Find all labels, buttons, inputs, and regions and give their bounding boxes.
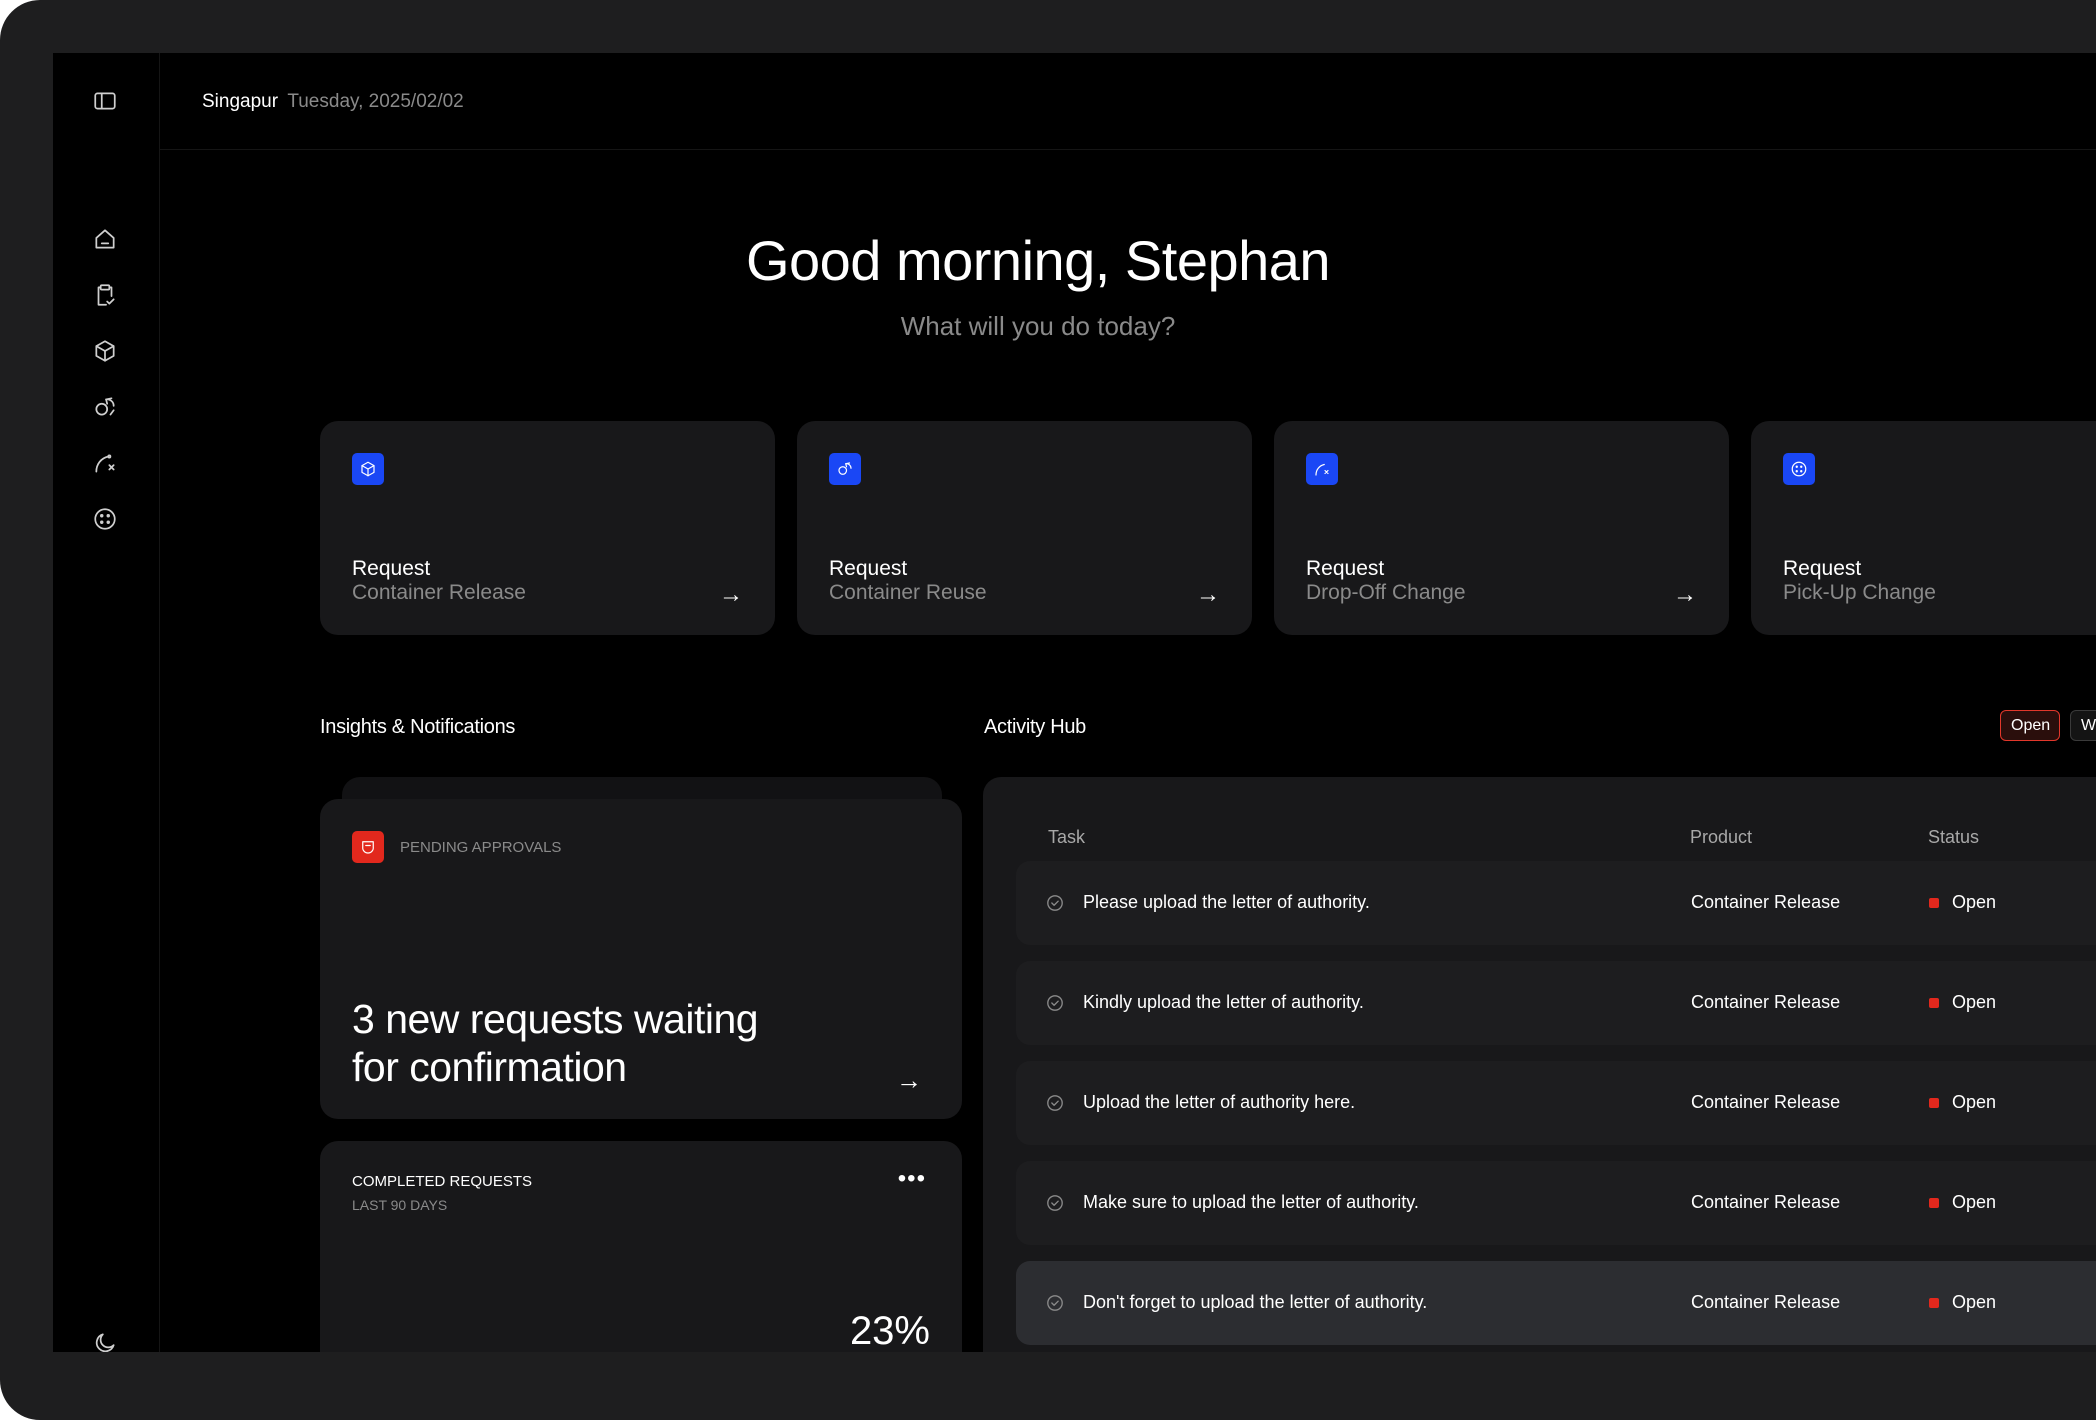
activity-table: Task Product Status Please upload the le… (983, 777, 2096, 1352)
action-card-container-release[interactable]: Request Container Release → (320, 421, 775, 635)
row-status: Open (1952, 892, 1997, 912)
check-circle-icon[interactable] (1046, 1194, 1064, 1212)
sidebar (53, 53, 160, 1352)
route-icon (1306, 453, 1338, 485)
pending-approvals-label: PENDING APPROVALS (400, 839, 562, 856)
action-title: Request (1306, 557, 1385, 580)
row-product: Container Release (1691, 1092, 1841, 1112)
arrow-right-icon: → (1196, 581, 1220, 608)
reuse-icon[interactable] (91, 393, 119, 421)
app-screen: Singapur Tuesday, 2025/02/02 Good mornin… (53, 53, 2096, 1352)
shield-icon (352, 831, 384, 863)
row-status: Open (1952, 1092, 1997, 1112)
greeting-subtitle: What will you do today? (900, 311, 1176, 341)
table-row[interactable]: Upload the letter of authority here. Con… (1016, 1061, 2096, 1145)
action-subtitle: Container Release (352, 581, 526, 604)
table-row[interactable]: Please upload the letter of authority. C… (1016, 861, 2096, 945)
insights-title: Insights & Notifications (320, 716, 516, 738)
arrow-right-icon: → (719, 581, 743, 608)
table-row[interactable]: Don't forget to upload the letter of aut… (1016, 1261, 2096, 1345)
location-label: Singapur (202, 91, 279, 112)
completed-requests-label: COMPLETED REQUESTS (352, 1173, 533, 1190)
check-circle-icon[interactable] (1046, 1294, 1064, 1312)
action-subtitle: Drop-Off Change (1306, 581, 1466, 604)
column-header-status[interactable]: Status (1928, 827, 1979, 848)
row-task: Kindly upload the letter of authority. (1083, 992, 1364, 1012)
pending-approvals-card[interactable]: PENDING APPROVALS 3 new requests waiting… (320, 799, 962, 1119)
row-task: Don't forget to upload the letter of aut… (1083, 1292, 1428, 1312)
row-product: Container Release (1691, 892, 1841, 912)
moon-icon[interactable] (91, 1329, 119, 1352)
activity-hub-title: Activity Hub (984, 716, 1086, 738)
arrow-right-icon: → (1673, 581, 1697, 608)
more-options-icon[interactable]: ••• (898, 1165, 926, 1193)
row-task: Upload the letter of authority here. (1083, 1092, 1356, 1112)
action-subtitle: Container Reuse (829, 581, 987, 604)
row-task: Make sure to upload the letter of author… (1083, 1192, 1419, 1212)
location-date: Singapur Tuesday, 2025/02/02 (202, 91, 464, 113)
top-bar: Singapur Tuesday, 2025/02/02 (160, 53, 2096, 150)
row-product: Container Release (1691, 1192, 1841, 1212)
row-status: Open (1952, 1292, 1997, 1312)
date-label: Tuesday, 2025/02/02 (287, 91, 464, 112)
status-dot (1929, 1298, 1939, 1308)
filter-open-button[interactable]: Open (2000, 710, 2060, 741)
dotted-circle-icon (1783, 453, 1815, 485)
check-circle-icon[interactable] (1046, 894, 1064, 912)
action-title: Request (1783, 557, 1862, 580)
column-header-product[interactable]: Product (1690, 827, 1752, 848)
route-icon[interactable] (91, 449, 119, 477)
action-card-container-reuse[interactable]: Request Container Reuse → (797, 421, 1252, 635)
row-product: Container Release (1691, 992, 1841, 1012)
home-icon[interactable] (91, 225, 119, 253)
row-status: Open (1952, 1192, 1997, 1212)
action-title: Request (829, 557, 908, 580)
check-circle-icon[interactable] (1046, 994, 1064, 1012)
box-icon (352, 453, 384, 485)
action-subtitle: Pick-Up Change (1783, 581, 1936, 604)
filter-waiting-button[interactable]: Wa (2070, 710, 2096, 741)
action-title: Request (352, 557, 431, 580)
table-row[interactable]: Kindly upload the letter of authority. C… (1016, 961, 2096, 1045)
greeting-title: Good morning, Stephan (745, 229, 1331, 292)
check-circle-icon[interactable] (1046, 1094, 1064, 1112)
sidebar-toggle-icon[interactable] (91, 87, 119, 115)
status-dot (1929, 898, 1939, 908)
table-row[interactable]: Make sure to upload the letter of author… (1016, 1161, 2096, 1245)
completed-percent: 23% (849, 1309, 930, 1352)
reuse-icon (829, 453, 861, 485)
row-status: Open (1952, 992, 1997, 1012)
row-product: Container Release (1691, 1292, 1841, 1312)
action-card-drop-off-change[interactable]: Request Drop-Off Change → (1274, 421, 1729, 635)
completed-requests-period: LAST 90 DAYS (352, 1197, 448, 1213)
action-card-pick-up-change[interactable]: Request Pick-Up Change → (1751, 421, 2096, 635)
pending-approvals-message: 3 new requests waiting for confirmation (352, 996, 759, 1090)
status-dot (1929, 1198, 1939, 1208)
completed-requests-card: COMPLETED REQUESTS LAST 90 DAYS ••• 23% (320, 1141, 962, 1352)
box-icon[interactable] (91, 337, 119, 365)
status-dot (1929, 998, 1939, 1008)
status-dot (1929, 1098, 1939, 1108)
arrow-right-icon: → (896, 1065, 922, 1095)
column-header-task[interactable]: Task (1048, 827, 1085, 848)
clipboard-check-icon[interactable] (91, 281, 119, 309)
row-task: Please upload the letter of authority. (1083, 892, 1370, 912)
dotted-circle-icon[interactable] (91, 505, 119, 533)
